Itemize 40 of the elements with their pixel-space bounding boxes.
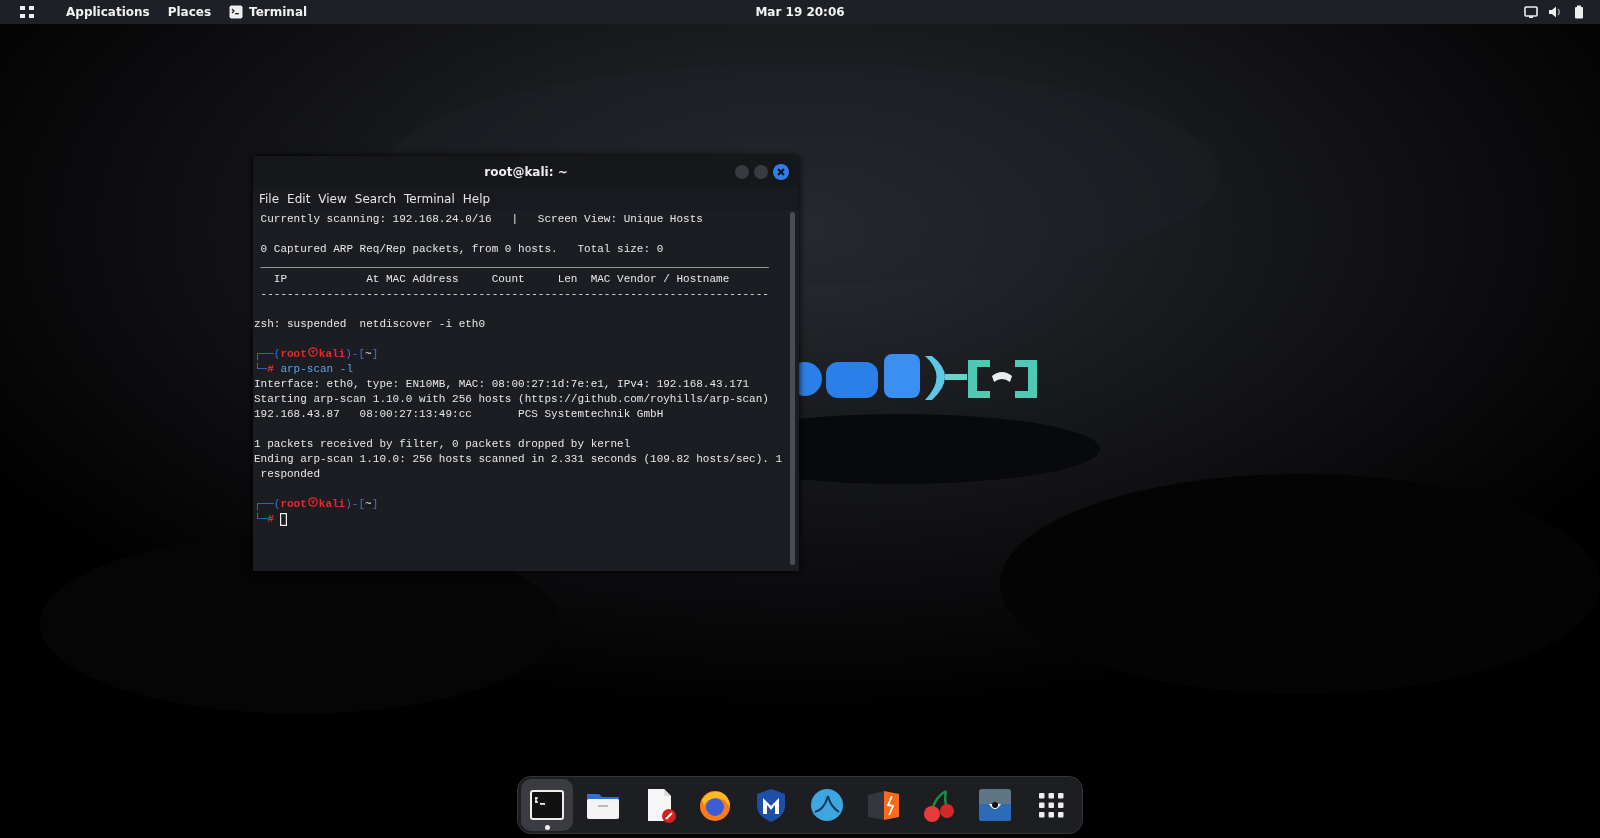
menu-item[interactable]: Search: [350, 192, 401, 206]
menu-item[interactable]: View: [314, 192, 351, 206]
output-line: zsh: suspended netdiscover -i eth0: [254, 317, 487, 332]
menu-item[interactable]: Applications: [57, 5, 159, 19]
battery-icon[interactable]: [1572, 5, 1586, 19]
at-mark-icon: [307, 497, 318, 507]
at-mark-icon: [307, 347, 318, 357]
prompt: └─#: [254, 512, 274, 527]
output-line: 192.168.43.87 08:00:27:13:49:cc PCS Systemtechnik GmbH: [254, 407, 665, 422]
output-line: _____________________________________________________________________________: [259, 257, 770, 272]
shark-fin-icon: [808, 786, 846, 824]
menu-item[interactable]: Terminal: [400, 192, 459, 206]
eye-box-icon: [976, 786, 1014, 824]
output-line: Interface: eth0, type: EN10MB, MAC: 08:00:27:1d:7e:e1, IPv4: 192.168.43.171: [254, 377, 751, 392]
output-line: responded: [259, 467, 321, 482]
close-icon[interactable]: [773, 164, 789, 180]
output-line: Starting arp-scan 1.10.0 with 256 hosts (https://github.com/royhills/arp-scan): [254, 392, 770, 407]
prompt: ┌──(root kali)-[~]: [254, 497, 379, 512]
terminal-icon: [229, 5, 244, 19]
menu-item[interactable]: Edit: [283, 192, 315, 206]
window-title: root@kali: ~: [484, 165, 568, 179]
output-line: IP At MAC Address Count Len MAC Vendor / Hostname: [272, 272, 731, 287]
app-menu[interactable]: Terminal: [220, 5, 317, 19]
screen-icon[interactable]: [1524, 5, 1538, 19]
menu-item[interactable]: Help: [458, 192, 495, 206]
prompt: └─#: [254, 362, 274, 377]
output-line: Currently scanning: 192.168.24.0/16 | Screen View: Unique Hosts: [259, 212, 704, 227]
clock[interactable]: Mar 19 20:06: [746, 5, 854, 19]
dock-item[interactable]: [521, 779, 573, 831]
app-grid-icon[interactable]: [19, 5, 35, 19]
command-text: arp-scan -l: [279, 362, 354, 377]
menu-item[interactable]: File: [255, 192, 284, 206]
menu-item[interactable]: Places: [158, 5, 221, 19]
output-line: Ending arp-scan 1.10.0: 256 hosts scanned in 2.331 seconds (109.82 hosts/sec). 1: [254, 452, 784, 467]
volume-icon[interactable]: [1548, 5, 1562, 19]
output-line: -----------------------------------------------------------------------------: [259, 287, 770, 302]
output-line: 0 Captured ARP Req/Rep packets, from 0 hosts. Total size: 0: [259, 242, 665, 257]
output-line: 1 packets received by filter, 0 packets dropped by kernel: [254, 437, 632, 452]
prompt: ┌──(root kali)-[~]: [254, 347, 379, 362]
scrollbar[interactable]: [790, 212, 795, 565]
